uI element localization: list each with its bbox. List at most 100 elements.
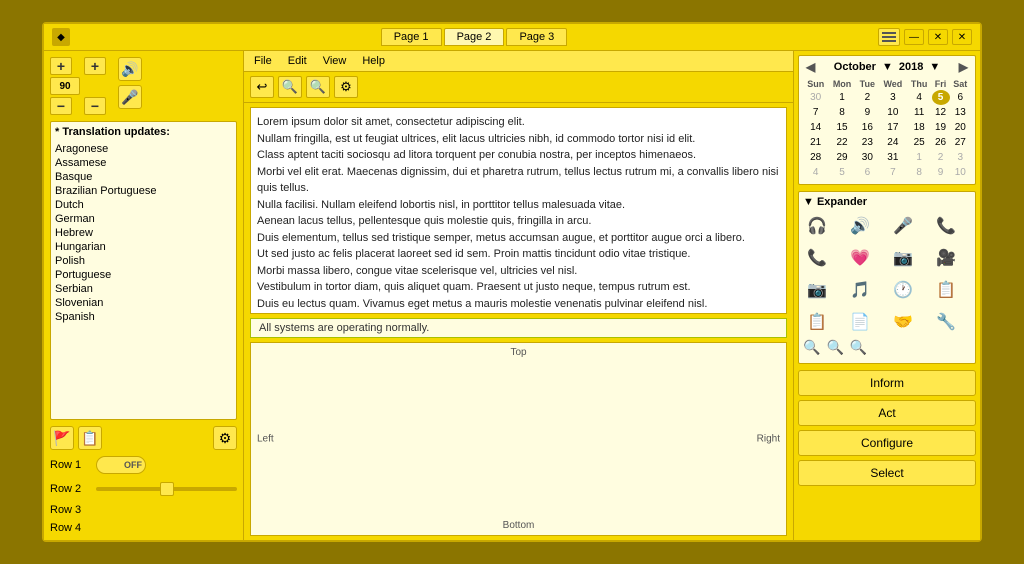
cal-day[interactable]: 15 bbox=[828, 120, 855, 135]
cal-day[interactable]: 4 bbox=[907, 90, 932, 105]
camera-icon[interactable]: 📷 bbox=[889, 244, 917, 272]
clipboard-icon[interactable]: 📋 bbox=[932, 276, 960, 304]
cal-day[interactable]: 9 bbox=[932, 165, 950, 180]
calendar-next[interactable]: ▶ bbox=[956, 60, 971, 74]
video-icon[interactable]: 🎥 bbox=[932, 244, 960, 272]
act-button[interactable]: Act bbox=[798, 400, 976, 426]
headphones-icon[interactable]: 🎧 bbox=[803, 212, 831, 240]
cal-day[interactable]: 20 bbox=[950, 120, 971, 135]
cal-day[interactable]: 13 bbox=[950, 105, 971, 120]
cal-day[interactable]: 30 bbox=[856, 150, 879, 165]
cal-day[interactable]: 16 bbox=[856, 120, 879, 135]
list-item[interactable]: Serbian bbox=[55, 282, 232, 296]
cal-day[interactable]: 8 bbox=[828, 105, 855, 120]
inform-button[interactable]: Inform bbox=[798, 370, 976, 396]
list-item[interactable]: Slovenian bbox=[55, 296, 232, 310]
cal-day[interactable]: 11 bbox=[907, 105, 932, 120]
close-button[interactable]: ✕ bbox=[952, 29, 972, 45]
list-item[interactable]: Polish bbox=[55, 254, 232, 268]
toolbar-btn-settings[interactable]: ⚙ bbox=[334, 76, 358, 98]
cal-day[interactable]: 27 bbox=[950, 135, 971, 150]
mic-icon[interactable]: 🎤 bbox=[889, 212, 917, 240]
phone-add-icon[interactable]: 📞 bbox=[932, 212, 960, 240]
configure-button[interactable]: Configure bbox=[798, 430, 976, 456]
cal-day[interactable]: 17 bbox=[879, 120, 907, 135]
cal-day[interactable]: 23 bbox=[856, 135, 879, 150]
row-1-toggle[interactable]: OFF bbox=[96, 456, 146, 474]
cal-day-today[interactable]: 5 bbox=[932, 90, 950, 105]
select-button[interactable]: Select bbox=[798, 460, 976, 486]
cal-day[interactable]: 14 bbox=[803, 120, 828, 135]
zoom-in-icon[interactable]: 🔍 bbox=[803, 339, 820, 356]
cal-day[interactable]: 2 bbox=[932, 150, 950, 165]
list-item[interactable]: Spanish bbox=[55, 310, 232, 324]
toolbar-btn-back[interactable]: ↩ bbox=[250, 76, 274, 98]
calendar-prev[interactable]: ◀ bbox=[803, 60, 818, 74]
zoom-out-button2[interactable]: − bbox=[84, 97, 106, 115]
menu-view[interactable]: View bbox=[321, 54, 349, 68]
cal-day[interactable]: 29 bbox=[828, 150, 855, 165]
minimize-button[interactable]: — bbox=[904, 29, 924, 45]
cal-day[interactable]: 3 bbox=[950, 150, 971, 165]
restore-button[interactable]: ✕ bbox=[928, 29, 948, 45]
settings-icon[interactable]: ⚙ bbox=[213, 426, 237, 450]
toolbar-btn-search2[interactable]: 🔍 bbox=[306, 76, 330, 98]
list-item[interactable]: Aragonese bbox=[55, 142, 232, 156]
camera2-icon[interactable]: 📷 bbox=[803, 276, 831, 304]
cal-day[interactable]: 7 bbox=[803, 105, 828, 120]
expander-title[interactable]: ▼ Expander bbox=[803, 196, 971, 208]
music-icon[interactable]: 🎵 bbox=[846, 276, 874, 304]
zoom-in-button2[interactable]: + bbox=[84, 57, 106, 75]
menu-icon[interactable] bbox=[878, 28, 900, 46]
cal-day[interactable]: 12 bbox=[932, 105, 950, 120]
cal-day[interactable]: 10 bbox=[950, 165, 971, 180]
cal-day[interactable]: 9 bbox=[856, 105, 879, 120]
heart-icon[interactable]: 💗 bbox=[846, 244, 874, 272]
clock-icon[interactable]: 🕐 bbox=[889, 276, 917, 304]
menu-file[interactable]: File bbox=[252, 54, 274, 68]
list-item[interactable]: Basque bbox=[55, 170, 232, 184]
cal-day[interactable]: 25 bbox=[907, 135, 932, 150]
cal-day[interactable]: 21 bbox=[803, 135, 828, 150]
list-item[interactable]: Hungarian bbox=[55, 240, 232, 254]
phone-icon[interactable]: 📞 bbox=[803, 244, 831, 272]
note-icon[interactable]: 📄 bbox=[846, 308, 874, 336]
sound-button[interactable]: 🔊 bbox=[118, 57, 142, 81]
list-item[interactable]: Portuguese bbox=[55, 268, 232, 282]
cal-day[interactable]: 6 bbox=[856, 165, 879, 180]
list-item[interactable]: Assamese bbox=[55, 156, 232, 170]
cal-day[interactable]: 19 bbox=[932, 120, 950, 135]
zoom-out-icon[interactable]: 🔍 bbox=[826, 339, 843, 356]
cal-day[interactable]: 18 bbox=[907, 120, 932, 135]
flag-icon[interactable]: 🚩 bbox=[50, 426, 74, 450]
cal-day[interactable]: 5 bbox=[828, 165, 855, 180]
mic-button[interactable]: 🎤 bbox=[118, 85, 142, 109]
cal-day[interactable]: 10 bbox=[879, 105, 907, 120]
list-item[interactable]: Brazilian Portuguese bbox=[55, 184, 232, 198]
tab-page1[interactable]: Page 1 bbox=[381, 28, 442, 46]
menu-help[interactable]: Help bbox=[360, 54, 387, 68]
wrench-icon[interactable]: 🔧 bbox=[932, 308, 960, 336]
tab-page2[interactable]: Page 2 bbox=[444, 28, 505, 46]
speaker-icon[interactable]: 🔊 bbox=[846, 212, 874, 240]
tab-page3[interactable]: Page 3 bbox=[506, 28, 567, 46]
toolbar-btn-search1[interactable]: 🔍 bbox=[278, 76, 302, 98]
list-item[interactable]: Dutch bbox=[55, 198, 232, 212]
handshake-icon[interactable]: 🤝 bbox=[889, 308, 917, 336]
cal-day[interactable]: 7 bbox=[879, 165, 907, 180]
cal-day[interactable]: 1 bbox=[907, 150, 932, 165]
cal-day[interactable]: 2 bbox=[856, 90, 879, 105]
cal-day[interactable]: 26 bbox=[932, 135, 950, 150]
cal-day[interactable]: 1 bbox=[828, 90, 855, 105]
cal-day[interactable]: 3 bbox=[879, 90, 907, 105]
copy-icon[interactable]: 📋 bbox=[78, 426, 102, 450]
cal-day[interactable]: 4 bbox=[803, 165, 828, 180]
document-icon[interactable]: 📋 bbox=[803, 308, 831, 336]
cal-day[interactable]: 8 bbox=[907, 165, 932, 180]
cal-day[interactable]: 31 bbox=[879, 150, 907, 165]
cal-day[interactable]: 22 bbox=[828, 135, 855, 150]
list-item[interactable]: German bbox=[55, 212, 232, 226]
cal-day[interactable]: 30 bbox=[803, 90, 828, 105]
zoom-in-button[interactable]: + bbox=[50, 57, 72, 75]
menu-edit[interactable]: Edit bbox=[286, 54, 309, 68]
